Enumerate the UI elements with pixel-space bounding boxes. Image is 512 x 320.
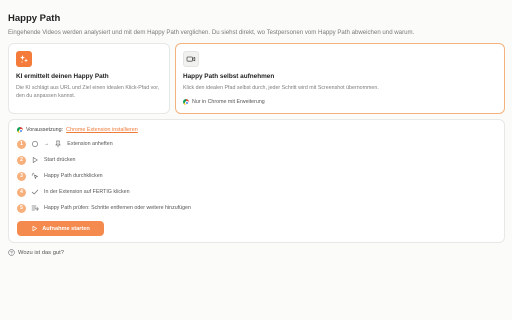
video-camera-icon [183,51,199,67]
step-2: 2 Start drücken [17,155,76,165]
step-text: Start drücken [44,157,76,163]
play-icon [31,156,39,164]
card-title: KI ermittelt deinen Happy Path [16,73,109,80]
step-number: 2 [17,155,26,165]
step-text: In der Extension auf FERTIG klicken [44,189,130,195]
prerequisite-row: Voraussetzung: Chrome Extension installi… [17,127,138,134]
step-number: 1 [17,139,26,149]
chrome-requirement-note: Nur in Chrome mit Erweiterung [183,99,265,106]
step-number: 4 [17,187,26,197]
arrow-glyph: → [44,141,50,147]
ai-happy-path-card[interactable]: KI ermittelt deinen Happy Path Die KI sc… [8,43,170,114]
page-title: Happy Path [8,13,61,24]
start-recording-button[interactable]: Aufnahme starten [17,221,104,236]
step-text: Happy Path prüfen: Schritte entfernen od… [44,205,191,211]
step-number: 3 [17,171,26,181]
chrome-icon [183,99,190,106]
sparkles-icon [16,51,32,67]
install-extension-link[interactable]: Chrome Extension installieren [66,127,138,133]
step-3: 3 Happy Path durchklicken [17,171,103,181]
page-subtitle: Eingehende Videos werden analysiert und … [8,29,415,36]
card-description: Klick den idealen Pfad selbst durch, jed… [183,85,379,91]
start-button-label: Aufnahme starten [42,225,90,232]
card-title: Happy Path selbst aufnehmen [183,73,275,80]
help-circle-icon [8,249,15,256]
step-5: 5 Happy Path prüfen: Schritte entfernen … [17,203,191,213]
list-edit-icon [31,204,39,212]
extension-puzzle-icon [31,140,39,148]
chrome-icon [17,127,24,134]
pin-icon [54,140,62,148]
step-4: 4 In der Extension auf FERTIG klicken [17,187,130,197]
step-text: Extension anheften [67,141,113,147]
help-link[interactable]: Wozu ist das gut? [8,249,64,256]
click-pointer-icon [31,172,39,180]
recording-setup-panel: Voraussetzung: Chrome Extension installi… [8,119,505,243]
play-icon [32,225,38,232]
help-link-text: Wozu ist das gut? [18,249,64,256]
step-text: Happy Path durchklicken [44,173,103,179]
step-1: 1 → Extension anheften [17,139,113,149]
prerequisite-label: Voraussetzung: [26,127,64,133]
chrome-note-text: Nur in Chrome mit Erweiterung [192,99,265,105]
checkmark-icon [31,188,39,196]
record-happy-path-card[interactable]: Happy Path selbst aufnehmen Klick den id… [175,43,505,114]
step-number: 5 [17,203,26,213]
card-description: Die KI schlägt aus URL und Ziel einen id… [16,85,160,99]
